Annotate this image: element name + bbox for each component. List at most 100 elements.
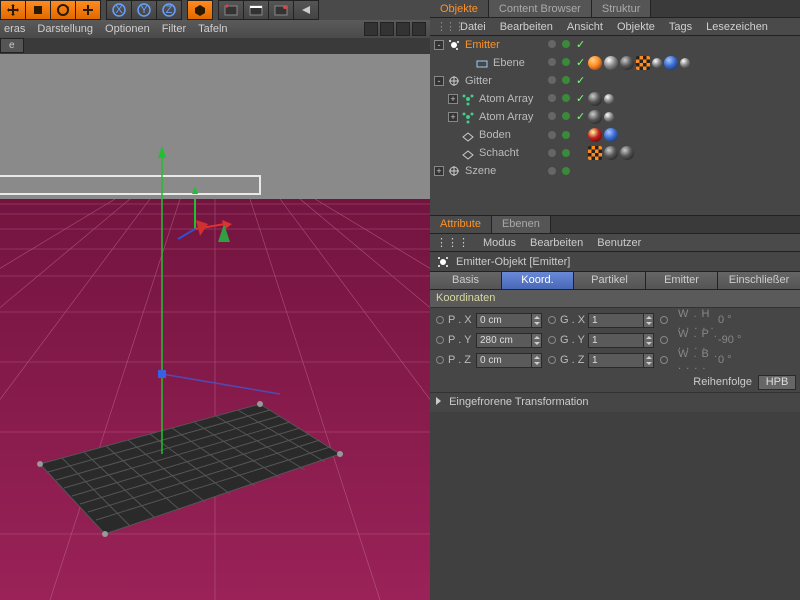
om-menu-item[interactable]: Lesezeichen [706,21,768,33]
radio-icon[interactable] [436,336,444,344]
vp-menu-item[interactable]: eras [4,23,25,35]
tab-attribute[interactable]: Attribute [430,216,492,233]
axis-x-button[interactable]: X [106,0,132,20]
material-tag-icon[interactable] [664,56,678,70]
tool-primitive-button[interactable] [187,0,213,20]
expand-toggle-icon[interactable]: + [448,112,458,122]
panel-handle-icon[interactable]: ⋮⋮⋮ [436,20,446,33]
subtab-koord[interactable]: Koord. [502,272,574,289]
material-tag-icon[interactable] [588,110,602,124]
panel-handle-icon[interactable]: ⋮⋮⋮ [436,236,469,249]
object-tree[interactable]: -Emitter✓Ebene✓-Gitter✓+Atom Array✓+Atom… [430,36,800,216]
attr-menu-item[interactable]: Benutzer [597,237,641,249]
material-tag-icon[interactable] [680,58,690,68]
tree-row-emitter[interactable]: -Emitter✓ [430,36,800,54]
material-tag-icon[interactable] [652,58,662,68]
tree-row-schacht[interactable]: Schacht [430,144,800,162]
visibility-dots[interactable]: ✓ [548,112,586,122]
vp-zoom-icon[interactable] [380,22,394,36]
om-menu-item[interactable]: Tags [669,21,692,33]
radio-icon[interactable] [436,316,444,324]
expand-toggle-icon[interactable]: - [434,76,444,86]
tab-objekte[interactable]: Objekte [430,0,489,17]
material-tag-icon[interactable] [636,56,650,70]
subtab-basis[interactable]: Basis [430,272,502,289]
om-menu-item[interactable]: Datei [460,21,486,33]
vp-pan-icon[interactable] [364,22,378,36]
pos-field[interactable]: 280 cm [476,333,532,348]
scale-field[interactable]: 1 [588,353,644,368]
tool-add-button[interactable] [75,0,101,20]
attr-menu-item[interactable]: Modus [483,237,516,249]
tool-cube-button[interactable] [25,0,51,20]
material-tag-icon[interactable] [604,146,618,160]
visibility-dots[interactable]: ✓ [548,58,586,68]
subtab-partikel[interactable]: Partikel [574,272,646,289]
material-tag-icon[interactable] [588,128,602,142]
radio-icon[interactable] [660,356,668,364]
tree-row-boden[interactable]: Boden [430,126,800,144]
tree-row-atom-array[interactable]: +Atom Array✓ [430,90,800,108]
vp-orbit-icon[interactable] [396,22,410,36]
vp-menu-item[interactable]: Darstellung [37,23,93,35]
visibility-dots[interactable]: ✓ [548,76,586,86]
axis-z-button[interactable]: Z [156,0,182,20]
scale-field[interactable]: 1 [588,313,644,328]
visibility-dots[interactable]: ✓ [548,94,586,104]
tool-rotate-button[interactable] [50,0,76,20]
material-tag-icon[interactable] [604,128,618,142]
render-button-3[interactable] [268,0,294,20]
vp-menu-item[interactable]: Tafeln [198,23,227,35]
render-button-4[interactable] [293,0,319,20]
order-dropdown[interactable]: HPB [758,375,796,390]
vp-menu-item[interactable]: Optionen [105,23,150,35]
expand-toggle-icon[interactable]: + [448,94,458,104]
tool-move-button[interactable] [0,0,26,20]
scale-field[interactable]: 1 [588,333,644,348]
material-tag-icon[interactable] [620,56,634,70]
radio-icon[interactable] [660,336,668,344]
pos-field[interactable]: 0 cm [476,353,532,368]
pos-field[interactable]: 0 cm [476,313,532,328]
radio-icon[interactable] [548,356,556,364]
visibility-dots[interactable] [548,167,570,175]
viewport-tab[interactable]: e [0,38,24,53]
spinner-icon[interactable] [532,333,542,348]
om-menu-item[interactable]: Ansicht [567,21,603,33]
attr-menu-item[interactable]: Bearbeiten [530,237,583,249]
subtab-emitter[interactable]: Emitter [646,272,718,289]
frozen-transform-group[interactable]: Eingefrorene Transformation [430,392,800,412]
vp-menu-item[interactable]: Filter [162,23,186,35]
tab-struktur[interactable]: Struktur [592,0,652,17]
material-tag-icon[interactable] [620,146,634,160]
material-tag-icon[interactable] [604,56,618,70]
viewport-perspective[interactable] [0,54,430,600]
radio-icon[interactable] [548,336,556,344]
om-menu-item[interactable]: Objekte [617,21,655,33]
material-tag-icon[interactable] [588,56,602,70]
spinner-icon[interactable] [532,353,542,368]
radio-icon[interactable] [548,316,556,324]
tree-row-gitter[interactable]: -Gitter✓ [430,72,800,90]
expand-toggle-icon[interactable]: - [434,40,444,50]
radio-icon[interactable] [660,316,668,324]
tree-row-ebene[interactable]: Ebene✓ [430,54,800,72]
material-tag-icon[interactable] [588,92,602,106]
visibility-dots[interactable] [548,131,570,139]
spinner-icon[interactable] [644,333,654,348]
material-tag-icon[interactable] [588,146,602,160]
render-button-2[interactable] [243,0,269,20]
visibility-dots[interactable] [548,149,570,157]
material-tag-icon[interactable] [604,112,614,122]
vp-maximize-icon[interactable] [412,22,426,36]
visibility-dots[interactable]: ✓ [548,40,586,50]
axis-y-button[interactable]: Y [131,0,157,20]
spinner-icon[interactable] [644,313,654,328]
spinner-icon[interactable] [532,313,542,328]
tree-row-szene[interactable]: +Szene [430,162,800,180]
tree-row-atom-array[interactable]: +Atom Array✓ [430,108,800,126]
material-tag-icon[interactable] [604,94,614,104]
tab-content-browser[interactable]: Content Browser [489,0,592,17]
subtab-einschliesser[interactable]: Einschließer [718,272,800,289]
spinner-icon[interactable] [644,353,654,368]
